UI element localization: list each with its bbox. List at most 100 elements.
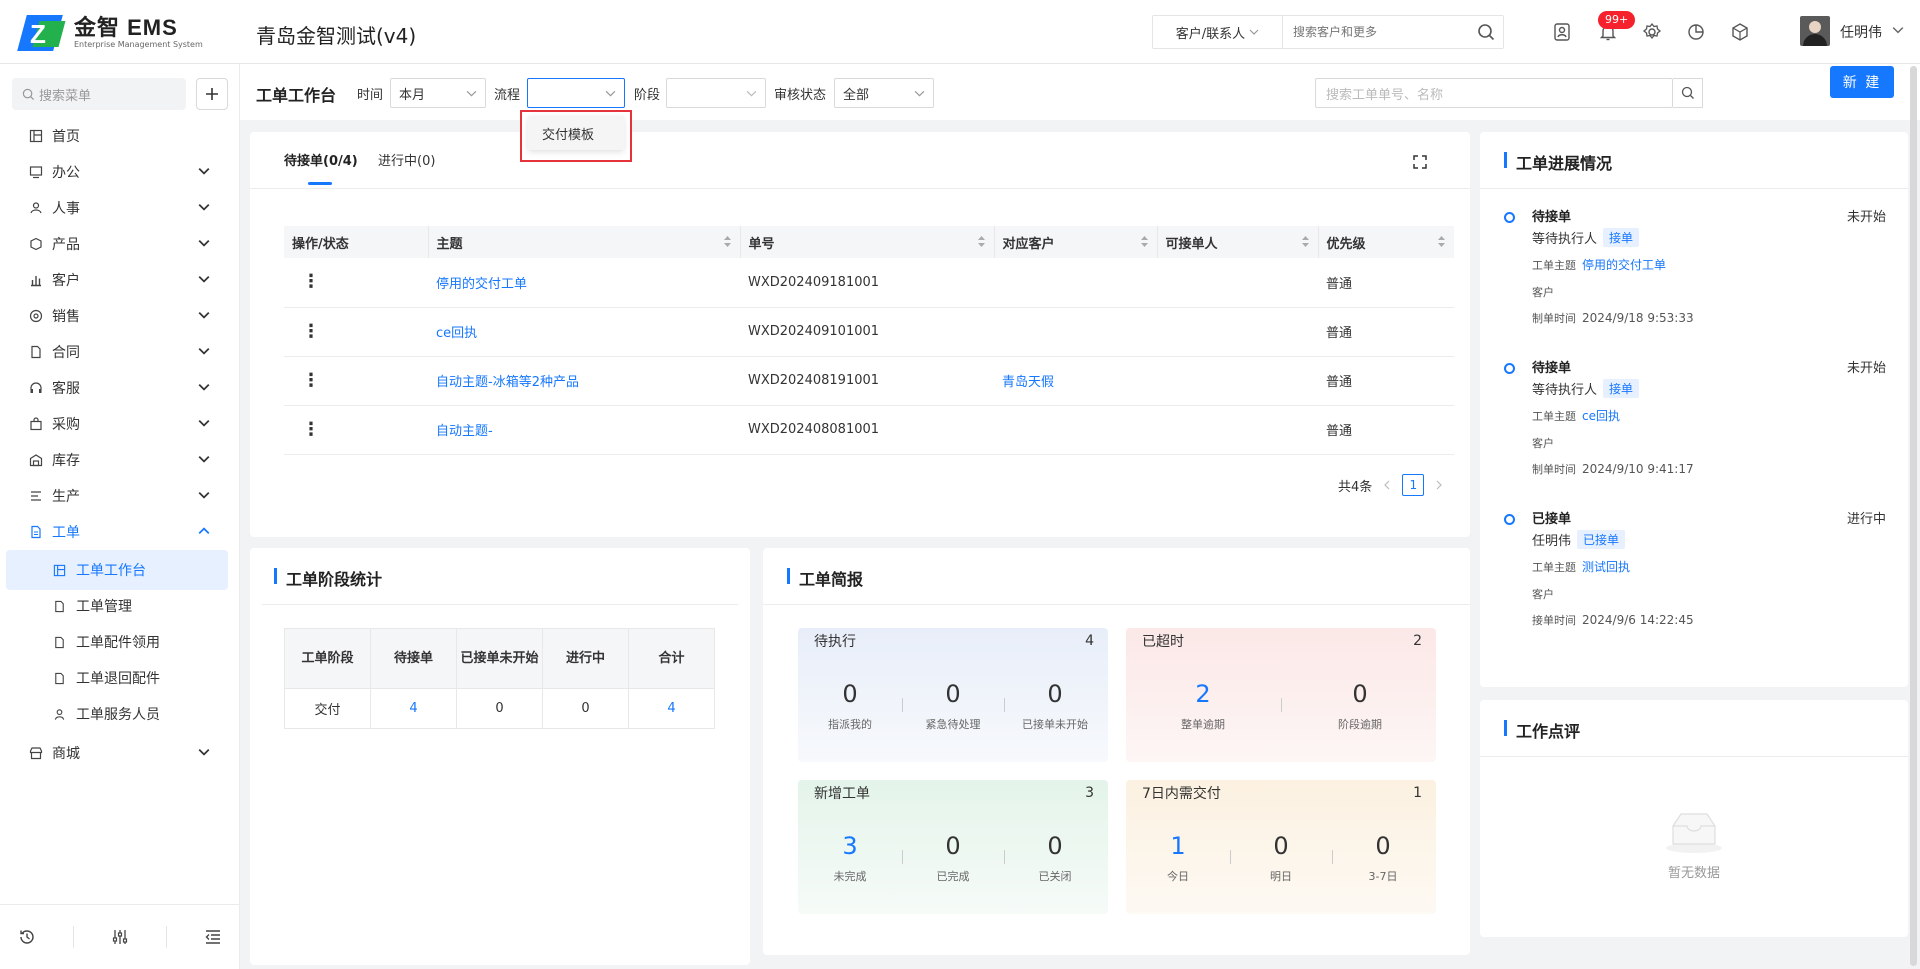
stage-count-link[interactable]: 4 — [370, 688, 457, 729]
stat-value[interactable]: 0 — [1333, 832, 1433, 860]
chevron-left-icon[interactable] — [1382, 480, 1392, 490]
customer-link[interactable] — [994, 405, 1157, 455]
sort-icon[interactable] — [723, 235, 732, 248]
dropdown-option[interactable]: 交付模板 — [528, 116, 624, 150]
column-header[interactable]: 对应客户 — [994, 226, 1158, 258]
sidebar-item-workorder[interactable]: 工单 — [0, 512, 240, 552]
table-row[interactable]: ⋮ 自动主题- WXD202408081001 普通 — [284, 405, 1454, 455]
tab-in-progress[interactable]: 进行中(0) — [378, 150, 435, 169]
collapse-menu-icon[interactable] — [204, 928, 222, 946]
brief-card-overdue[interactable]: 已超时 2 2 整单逾期 0 阶段逾期 — [1126, 628, 1436, 762]
search-button[interactable] — [1673, 78, 1703, 108]
audit-status-select[interactable]: 全部 — [834, 78, 934, 108]
sidebar-subitem-management[interactable]: 工单管理 — [6, 586, 228, 626]
stat-value[interactable]: 0 — [800, 680, 900, 708]
more-actions-icon[interactable]: ⋮ — [284, 258, 428, 308]
column-header[interactable]: 单号 — [740, 226, 995, 258]
field-label: 制单时间 — [1532, 463, 1576, 476]
column-header[interactable]: 主题 — [428, 226, 741, 258]
sidebar-item-office[interactable]: 办公 — [0, 152, 240, 192]
sort-icon[interactable] — [1437, 235, 1446, 248]
stat-value[interactable]: 0 — [1005, 832, 1105, 860]
sort-icon[interactable] — [977, 235, 986, 248]
sidebar-item-home[interactable]: 首页 — [0, 116, 240, 156]
sidebar-item-mall[interactable]: 商城 — [0, 733, 240, 773]
global-search-input[interactable] — [1283, 25, 1469, 39]
sort-icon[interactable] — [1140, 235, 1149, 248]
search-icon[interactable] — [1469, 15, 1503, 49]
more-actions-icon[interactable]: ⋮ — [284, 405, 428, 455]
sidebar-subitem-parts-collect[interactable]: 工单配件领用 — [6, 622, 228, 662]
page-number[interactable]: 1 — [1402, 474, 1425, 496]
pagination: 共4条 1 — [1338, 474, 1444, 496]
time-select[interactable]: 本月 — [390, 78, 486, 108]
stat-value[interactable]: 0 — [1310, 680, 1410, 708]
brief-card-new[interactable]: 新增工单 3 3 未完成 0 已完成 0 已关闭 — [798, 780, 1108, 914]
sidebar-item-inventory[interactable]: 库存 — [0, 440, 240, 480]
audit-status-label: 审核状态 — [774, 88, 827, 103]
column-header[interactable]: 优先级 — [1318, 226, 1454, 258]
sort-icon[interactable] — [1301, 235, 1310, 248]
subject-link[interactable]: ce回执 — [1582, 409, 1620, 423]
stat-value[interactable]: 0 — [903, 680, 1003, 708]
table-row[interactable]: ⋮ ce回执 WXD202409101001 普通 — [284, 307, 1454, 357]
fullscreen-icon[interactable] — [1412, 154, 1428, 170]
more-actions-icon[interactable]: ⋮ — [284, 356, 428, 406]
sidebar-subitem-workbench[interactable]: 工单工作台 — [6, 550, 228, 590]
sidebar-subitem-parts-return[interactable]: 工单退回配件 — [6, 658, 228, 698]
contacts-icon[interactable] — [1550, 20, 1574, 44]
stat-value[interactable]: 1 — [1128, 832, 1228, 860]
customer-link[interactable]: 青岛天假 — [994, 356, 1157, 406]
sidebar-item-service[interactable]: 客服 — [0, 368, 240, 408]
customer-link[interactable] — [994, 307, 1157, 357]
stat-value[interactable]: 0 — [1231, 832, 1331, 860]
avatar[interactable] — [1800, 16, 1830, 46]
cube-icon[interactable] — [1728, 20, 1752, 44]
table-row[interactable]: ⋮ 停用的交付工单 WXD202409181001 普通 — [284, 258, 1454, 308]
stat-value[interactable]: 0 — [903, 832, 1003, 860]
sidebar-item-production[interactable]: 生产 — [0, 476, 240, 516]
stat-value[interactable]: 3 — [800, 832, 900, 860]
workorder-search-input[interactable]: 搜索工单单号、名称 — [1315, 78, 1673, 108]
column-header[interactable]: 可接单人 — [1157, 226, 1319, 258]
brief-card-pending[interactable]: 待执行 4 0 指派我的 0 紧急待处理 0 已接单未开始 — [798, 628, 1108, 762]
search-type-select[interactable]: 客户/联系人 — [1153, 16, 1283, 48]
subject-link[interactable]: 自动主题-冰箱等2种产品 — [428, 356, 740, 406]
sidebar-item-purchase[interactable]: 采购 — [0, 404, 240, 444]
subject-link[interactable]: 停用的交付工单 — [428, 258, 740, 308]
sidebar-item-hr[interactable]: 人事 — [0, 188, 240, 228]
gear-icon[interactable] — [1640, 20, 1664, 44]
sidebar-item-sales[interactable]: 销售 — [0, 296, 240, 336]
stat-value[interactable]: 2 — [1153, 680, 1253, 708]
sidebar-subitem-service-staff[interactable]: 工单服务人员 — [6, 694, 228, 734]
tab-pending[interactable]: 待接单(0/4) — [284, 150, 358, 169]
history-icon[interactable] — [18, 928, 36, 946]
subject-link[interactable]: 自动主题- — [428, 405, 740, 455]
pie-chart-icon[interactable] — [1684, 20, 1708, 44]
menu-search-input[interactable]: 搜索菜单 — [12, 78, 186, 110]
sliders-icon[interactable] — [111, 928, 129, 946]
sidebar-item-contract[interactable]: 合同 — [0, 332, 240, 372]
user-name[interactable]: 任明伟 — [1840, 22, 1882, 42]
stat-value[interactable]: 0 — [1005, 680, 1105, 708]
new-button[interactable]: 新 建 — [1830, 66, 1894, 98]
subject-link[interactable]: ce回执 — [428, 307, 740, 357]
customer-link[interactable] — [994, 258, 1157, 308]
chevron-down-icon[interactable] — [1892, 24, 1904, 36]
sidebar-item-product[interactable]: 产品 — [0, 224, 240, 264]
table-row[interactable]: ⋮ 自动主题-冰箱等2种产品 WXD202408191001 青岛天假 普通 — [284, 356, 1454, 406]
stage-select[interactable] — [666, 78, 766, 108]
field-label: 客户 — [1532, 437, 1554, 450]
stage-total-link[interactable]: 4 — [628, 688, 715, 729]
logo[interactable]: Z 金智 EMS Enterprise Management System — [17, 14, 203, 52]
sidebar-item-customer[interactable]: 客户 — [0, 260, 240, 300]
stage-count: 0 — [456, 688, 543, 729]
subject-link[interactable]: 停用的交付工单 — [1582, 258, 1666, 272]
chevron-right-icon[interactable] — [1434, 480, 1444, 490]
page-scrollbar[interactable] — [1910, 66, 1917, 966]
flow-select[interactable] — [527, 78, 625, 108]
subject-link[interactable]: 测试回执 — [1582, 560, 1630, 574]
more-actions-icon[interactable]: ⋮ — [284, 307, 428, 357]
add-menu-button[interactable] — [196, 78, 228, 110]
brief-card-due-7days[interactable]: 7日内需交付 1 1 今日 0 明日 0 3-7日 — [1126, 780, 1436, 914]
